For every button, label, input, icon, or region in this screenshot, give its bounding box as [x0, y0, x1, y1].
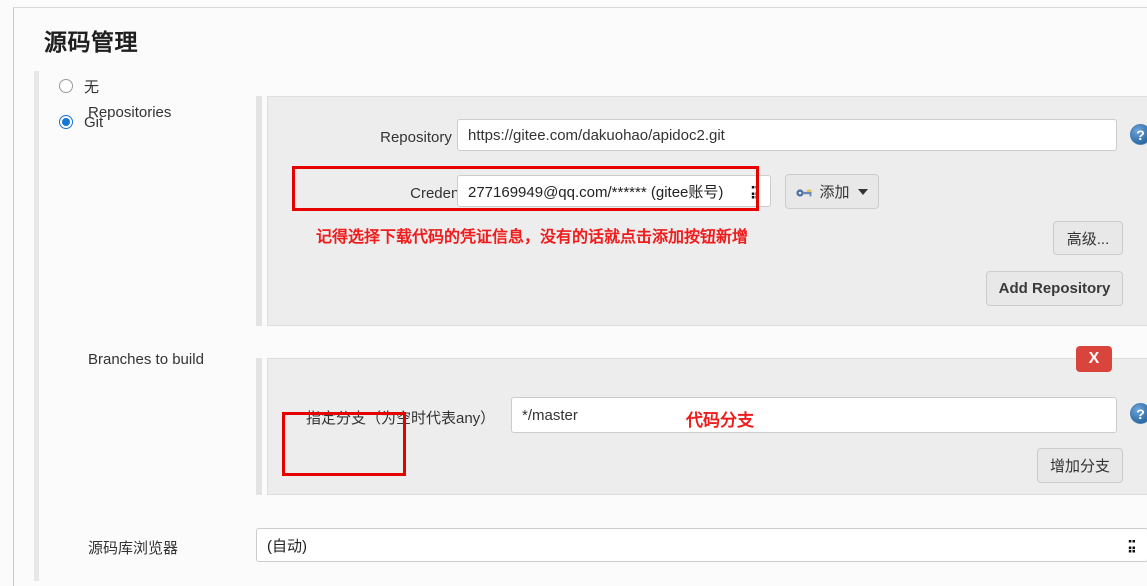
- chevron-down-icon: ⣭: [749, 183, 760, 199]
- remove-repository-button[interactable]: X: [1076, 346, 1112, 372]
- branch-annotation: 代码分支: [686, 411, 754, 430]
- radio-git-icon[interactable]: [59, 115, 73, 129]
- repository-browser-label: 源码库浏览器: [88, 540, 179, 557]
- branches-label: Branches to build: [88, 351, 204, 368]
- repositories-panel: Repository URL https://gitee.com/dakuoha…: [267, 96, 1147, 326]
- branches-panel: 指定分支（为空时代表any） */master ? 代码分支 增加分支 X: [267, 346, 1147, 495]
- scm-config-page: 源码管理 无 Git Repositories Repository URL h…: [13, 7, 1147, 586]
- scm-option-none[interactable]: 无: [59, 75, 99, 97]
- repository-url-help-icon[interactable]: ?: [1130, 124, 1147, 145]
- repository-browser-select[interactable]: (自动) ⣭: [256, 528, 1147, 562]
- repository-browser-value: (自动): [267, 537, 307, 555]
- chevron-down-icon: ⣭: [1126, 537, 1137, 553]
- add-credentials-button[interactable]: 添加: [785, 174, 879, 209]
- add-repository-button[interactable]: Add Repository: [986, 271, 1123, 306]
- credentials-value: 277169949@qq.com/****** (gitee账号): [468, 183, 724, 201]
- radio-none-icon[interactable]: [59, 79, 73, 93]
- credentials-select[interactable]: 277169949@qq.com/****** (gitee账号) ⣭: [457, 175, 771, 207]
- scm-option-none-label: 无: [84, 78, 100, 96]
- repositories-drag-handle[interactable]: [256, 96, 262, 326]
- add-branch-button[interactable]: 增加分支: [1037, 448, 1123, 483]
- repository-url-input[interactable]: https://gitee.com/dakuohao/apidoc2.git: [457, 119, 1117, 151]
- advanced-button[interactable]: 高级...: [1053, 221, 1123, 255]
- key-icon: [796, 186, 813, 198]
- credentials-annotation: 记得选择下载代码的凭证信息，没有的话就点击添加按钮新增: [316, 229, 749, 246]
- add-credentials-label: 添加: [819, 184, 850, 201]
- page-title: 源码管理: [44, 29, 138, 55]
- branch-specifier-label: 指定分支（为空时代表any）: [306, 410, 496, 427]
- repositories-label: Repositories: [88, 104, 172, 121]
- branches-drag-handle[interactable]: [256, 358, 262, 495]
- branch-specifier-input[interactable]: */master: [511, 397, 1117, 433]
- branch-specifier-help-icon[interactable]: ?: [1130, 403, 1147, 424]
- caret-down-icon: [857, 188, 868, 195]
